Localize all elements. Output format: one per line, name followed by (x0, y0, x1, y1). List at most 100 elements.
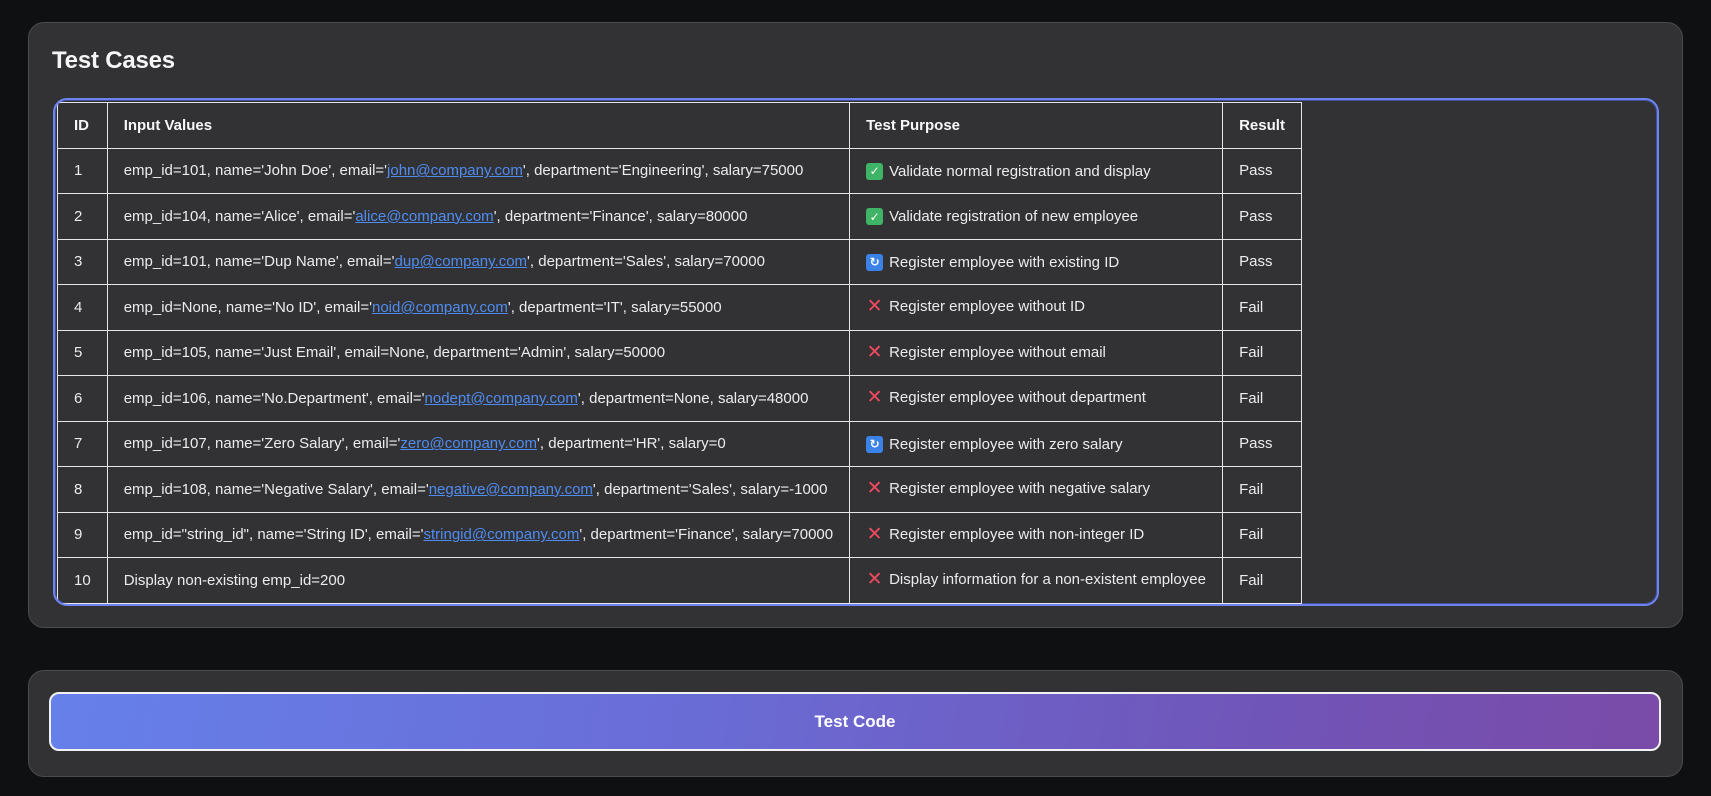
cell-result: Pass (1222, 238, 1302, 285)
test-code-button[interactable]: Test Code (49, 692, 1661, 751)
cell-input-values: emp_id=101, name='Dup Name', email='dup@… (106, 238, 851, 285)
cell-id: 9 (57, 511, 108, 558)
cell-id: 1 (57, 147, 108, 194)
purpose-wrap: ✕ Register employee without ID (866, 296, 1085, 318)
cell-test-purpose: ✕ Display information for a non-existent … (849, 557, 1224, 604)
purpose-wrap: ↻ Register employee with existing ID (866, 253, 1120, 271)
cell-input-values: emp_id=None, name='No ID', email='noid@c… (106, 284, 851, 331)
action-panel: Test Code (28, 670, 1683, 777)
cell-id: 10 (57, 557, 108, 604)
repeat-icon: ↻ (866, 253, 884, 271)
cell-input-values: emp_id="string_id", name='String ID', em… (106, 511, 851, 558)
table-row: 1 emp_id=101, name='John Doe', email='joh… (57, 147, 1302, 194)
test-cases-panel: Test Cases ID Input Values Test Purpose … (28, 22, 1683, 628)
cell-id: 6 (57, 375, 108, 422)
email-link[interactable]: negative@company.com (429, 481, 593, 498)
table-row: 7 emp_id=107, name='Zero Salary', email='… (57, 420, 1302, 467)
email-link[interactable]: dup@company.com (395, 253, 528, 270)
cell-result: Fail (1222, 557, 1302, 604)
table-body: 1 emp_id=101, name='John Doe', email='joh… (57, 147, 1302, 604)
cross-icon: ✕ (866, 341, 883, 363)
cell-result: Pass (1222, 193, 1302, 240)
cell-id: 2 (57, 193, 108, 240)
cell-test-purpose: ✕ Register employee without email (849, 329, 1224, 376)
email-link[interactable]: john@company.com (387, 162, 523, 179)
input-text: emp_id=105, name='Just Email', email=Non… (123, 344, 666, 362)
purpose-wrap: ✓ Validate registration of new employee (866, 208, 1138, 225)
email-link[interactable]: nodept@company.com (425, 390, 578, 407)
email-link[interactable]: noid@company.com (372, 299, 508, 316)
purpose-text: Register employee with negative salary (889, 480, 1151, 498)
cell-id: 8 (57, 466, 108, 513)
cell-test-purpose: ✓ Validate registration of new employee (849, 193, 1224, 240)
cell-result: Fail (1222, 375, 1302, 422)
purpose-text: Register employee without department (889, 389, 1146, 407)
purpose-wrap: ✕ Register employee without email (866, 341, 1106, 363)
purpose-text: Validate normal registration and display (889, 162, 1151, 180)
section-title: Test Cases (52, 47, 175, 74)
input-text: emp_id=101, name='Dup Name', email=' (123, 253, 395, 271)
test-cases-table: ID Input Values Test Purpose Result 1 emp… (57, 102, 1302, 604)
header-id: ID (57, 102, 108, 149)
cell-id: 5 (57, 329, 108, 376)
cross-icon: ✕ (866, 523, 883, 545)
table-row: 8 emp_id=108, name='Negative Salary', ema… (57, 466, 1302, 513)
purpose-wrap: ✕ Register employee with non-integer ID (866, 523, 1145, 545)
cell-input-values: emp_id=108, name='Negative Salary', emai… (106, 466, 851, 513)
table-row: 4 emp_id=None, name='No ID', email='noid@… (57, 284, 1302, 331)
purpose-text: Register employee with zero salary (889, 435, 1123, 453)
cell-test-purpose: ✕ Register employee without ID (849, 284, 1224, 331)
header-test-purpose: Test Purpose (849, 102, 1224, 149)
input-text: ', department='Engineering', salary=7500… (522, 162, 804, 180)
cross-icon: ✕ (866, 569, 883, 591)
input-text: Display non-existing emp_id=200 (123, 571, 346, 589)
input-text: ', department='Finance', salary=80000 (493, 207, 748, 225)
check-icon: ✓ (866, 162, 884, 180)
input-text: ', department=None, salary=48000 (577, 389, 809, 407)
purpose-text: Display information for a non-existent e… (889, 571, 1206, 589)
purpose-wrap: ✓ Validate normal registration and displa… (866, 162, 1151, 180)
table-row: 9 emp_id="string_id", name='String ID', e… (57, 511, 1302, 558)
purpose-text: Register employee without email (889, 343, 1106, 361)
cell-input-values: Display non-existing emp_id=200 (106, 557, 851, 604)
table-row: 5 emp_id=105, name='Just Email', email=No… (57, 329, 1302, 376)
purpose-wrap: ↻ Register employee with zero salary (866, 435, 1123, 453)
cell-id: 3 (57, 238, 108, 285)
repeat-icon: ↻ (866, 435, 884, 453)
email-link[interactable]: stringid@company.com (424, 526, 580, 543)
cell-result: Fail (1222, 511, 1302, 558)
cell-test-purpose: ✕ Register employee without department (849, 375, 1224, 422)
input-text: ', department='IT', salary=55000 (507, 298, 722, 316)
purpose-text: Register employee with existing ID (889, 253, 1120, 271)
cross-icon: ✕ (866, 296, 883, 318)
cell-input-values: emp_id=107, name='Zero Salary', email='z… (106, 420, 851, 467)
cell-result: Fail (1222, 466, 1302, 513)
input-text: ', department='Sales', salary=-1000 (592, 480, 828, 498)
purpose-wrap: ✕ Register employee without department (866, 387, 1146, 409)
cross-icon: ✕ (866, 387, 883, 409)
cell-test-purpose: ✕ Register employee with negative salary (849, 466, 1224, 513)
header-result: Result (1222, 102, 1302, 149)
header-input-values: Input Values (106, 102, 851, 149)
cross-icon: ✕ (866, 478, 883, 500)
table-header-row: ID Input Values Test Purpose Result (57, 102, 1302, 149)
cell-test-purpose: ✓ Validate normal registration and displa… (849, 147, 1224, 194)
input-text: emp_id=107, name='Zero Salary', email=' (123, 435, 401, 453)
cell-result: Pass (1222, 420, 1302, 467)
cell-id: 4 (57, 284, 108, 331)
cell-test-purpose: ↻ Register employee with zero salary (849, 420, 1224, 467)
input-text: emp_id=104, name='Alice', email=' (123, 207, 356, 225)
cell-input-values: emp_id=106, name='No.Department', email=… (106, 375, 851, 422)
table-row: 6 emp_id=106, name='No.Department', email… (57, 375, 1302, 422)
cell-test-purpose: ✕ Register employee with non-integer ID (849, 511, 1224, 558)
purpose-wrap: ✕ Display information for a non-existent … (866, 569, 1206, 591)
table-row: 3 emp_id=101, name='Dup Name', email='dup… (57, 238, 1302, 285)
check-icon: ✓ (866, 208, 884, 225)
cell-result: Pass (1222, 147, 1302, 194)
email-link[interactable]: zero@company.com (400, 435, 537, 452)
table-row: 10 Display non-existing emp_id=200 ✕ Displa… (57, 557, 1302, 604)
input-text: emp_id="string_id", name='String ID', em… (123, 526, 424, 544)
input-text: emp_id=106, name='No.Department', email=… (123, 389, 425, 407)
email-link[interactable]: alice@company.com (355, 208, 493, 225)
input-text: emp_id=108, name='Negative Salary', emai… (123, 480, 429, 498)
